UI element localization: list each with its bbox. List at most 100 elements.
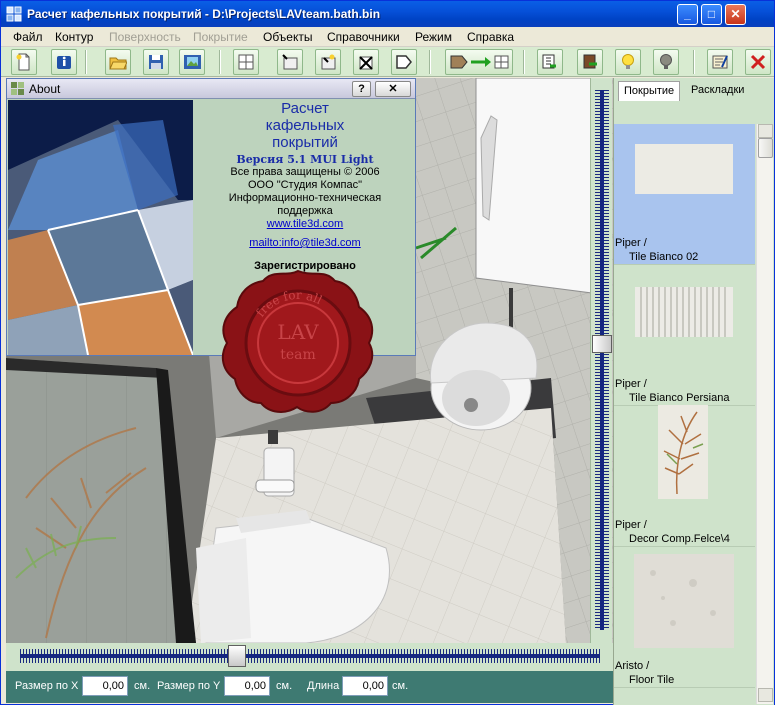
tile-brand: Piper /	[615, 519, 647, 531]
wax-seal-icon: LAV team free for all	[221, 269, 374, 413]
size-bar: Размер по X см. Размер по Y см. Длина см…	[6, 671, 613, 703]
maximize-button[interactable]: □	[701, 4, 722, 25]
save-image-button[interactable]	[179, 49, 205, 75]
tab-coating[interactable]: Покрытие	[618, 81, 681, 101]
open-button[interactable]	[105, 49, 131, 75]
light-on-button[interactable]	[615, 49, 641, 75]
add-point-button[interactable]	[315, 49, 341, 75]
tile-item[interactable]: Piper / Decor Comp.Felce\4	[614, 405, 755, 547]
size-x-field[interactable]	[82, 676, 128, 696]
close-button[interactable]: ✕	[725, 4, 746, 25]
menu-surface[interactable]: Поверхность	[109, 30, 181, 44]
export-button[interactable]	[577, 49, 603, 75]
import-button[interactable]	[537, 49, 563, 75]
support-label-2: поддержка	[277, 205, 333, 217]
new-document-button[interactable]	[11, 49, 37, 75]
company-label: ООО "Студия Компас"	[247, 179, 362, 191]
menu-mode[interactable]: Режим	[415, 30, 452, 44]
email-link[interactable]: mailto:info@tile3d.com	[195, 237, 415, 250]
version-label: Версия 5.1 MUI Light	[236, 153, 374, 166]
length-field[interactable]	[342, 676, 388, 696]
menu-contour[interactable]: Контур	[55, 30, 93, 44]
calculate-icon	[712, 55, 728, 69]
tab-layouts[interactable]: Раскладки	[686, 81, 749, 101]
about-title: About	[29, 82, 61, 96]
add-rect-button[interactable]	[277, 49, 303, 75]
save-button[interactable]	[143, 49, 169, 75]
minimize-button[interactable]: _	[677, 4, 698, 25]
size-y-label: Размер по Y	[157, 680, 221, 692]
product-name-line2: кафельных	[265, 117, 345, 134]
vslider-track[interactable]	[595, 90, 609, 630]
add-rect-icon	[282, 54, 298, 70]
window-title: Расчет кафельных покрытий - D:\Projects\…	[27, 7, 381, 21]
vslider-thumb[interactable]	[592, 335, 612, 354]
scroll-thumb[interactable]	[758, 138, 773, 158]
hslider-track[interactable]	[20, 649, 600, 663]
menu-file[interactable]: Файл	[13, 30, 43, 44]
toolbar-separator	[429, 50, 431, 74]
hslider-thumb[interactable]	[227, 645, 246, 667]
tile-catalog-panel: Покрытие Раскладки Piper / Tile Bianco 0…	[613, 78, 774, 705]
export-icon	[583, 54, 597, 69]
size-y-field[interactable]	[224, 676, 270, 696]
about-tile-image	[8, 100, 193, 355]
about-help-button[interactable]: ?	[352, 81, 371, 97]
lamp-on-icon	[622, 54, 634, 69]
length-label: Длина	[307, 680, 340, 692]
info-button[interactable]	[51, 49, 77, 75]
toolbar	[1, 47, 774, 77]
app-icon	[6, 6, 22, 22]
exit-button[interactable]	[745, 49, 771, 75]
grid-icon	[238, 54, 254, 70]
scroll-up-button[interactable]	[758, 124, 773, 138]
tile-brand: Piper /	[615, 237, 647, 249]
import-icon	[542, 54, 556, 69]
website-link[interactable]: www.tile3d.com	[195, 218, 415, 231]
tile-name: Decor Comp.Felce\4	[629, 533, 730, 545]
grid-button[interactable]	[233, 49, 259, 75]
shape-to-tile-button[interactable]	[445, 49, 513, 75]
menu-references[interactable]: Справочники	[327, 30, 400, 44]
menu-help[interactable]: Справка	[467, 30, 514, 44]
tile-item[interactable]: Piper / Tile Bianco 02	[614, 124, 755, 265]
tile-thumbnail	[635, 287, 733, 337]
close-x-icon	[750, 54, 766, 70]
save-image-icon	[184, 55, 201, 69]
main-window: Расчет кафельных покрытий - D:\Projects\…	[0, 0, 775, 705]
menu-bar: Файл Контур Поверхность Покрытие Объекты…	[1, 27, 774, 47]
zoom-slider-horizontal[interactable]	[6, 643, 613, 671]
length-unit: см.	[392, 680, 409, 692]
toolbar-separator	[85, 50, 87, 74]
title-bar[interactable]: Расчет кафельных покрытий - D:\Projects\…	[1, 1, 774, 27]
delete-contour-button[interactable]	[353, 49, 379, 75]
tile-item[interactable]: Piper / Tile Bianco Persiana	[614, 265, 755, 406]
about-close-button[interactable]: ✕	[375, 81, 411, 97]
seal-text: LAV	[277, 320, 319, 344]
tile-thumbnail	[634, 554, 734, 648]
tile-brand: Piper /	[615, 378, 647, 390]
tile-brand: Aristo /	[615, 660, 650, 672]
about-title-bar[interactable]: About ? ✕	[7, 79, 415, 99]
info-icon	[57, 56, 71, 69]
calculate-button[interactable]	[707, 49, 733, 75]
tile-name: Floor Tile	[629, 674, 675, 686]
toolbar-separator	[219, 50, 221, 74]
shape-button[interactable]	[391, 49, 417, 75]
light-off-button[interactable]	[653, 49, 679, 75]
svg-text:team: team	[280, 347, 316, 363]
size-x-label: Размер по X	[15, 680, 79, 692]
new-document-icon	[16, 53, 30, 71]
shape-icon	[396, 55, 412, 69]
tile-list-scrollbar[interactable]	[756, 124, 773, 704]
size-y-unit: см.	[276, 680, 293, 692]
toolbar-separator	[523, 50, 525, 74]
menu-coating[interactable]: Покрытие	[193, 30, 248, 44]
menu-objects[interactable]: Объекты	[263, 30, 313, 44]
scroll-down-button[interactable]	[758, 688, 773, 702]
lamp-off-icon	[660, 54, 672, 69]
catalog-tabs: Покрытие Раскладки	[614, 78, 775, 102]
tile-thumbnail	[635, 144, 733, 194]
tile-item[interactable]: Aristo / Floor Tile	[614, 547, 755, 688]
zoom-slider-vertical[interactable]	[590, 78, 612, 643]
